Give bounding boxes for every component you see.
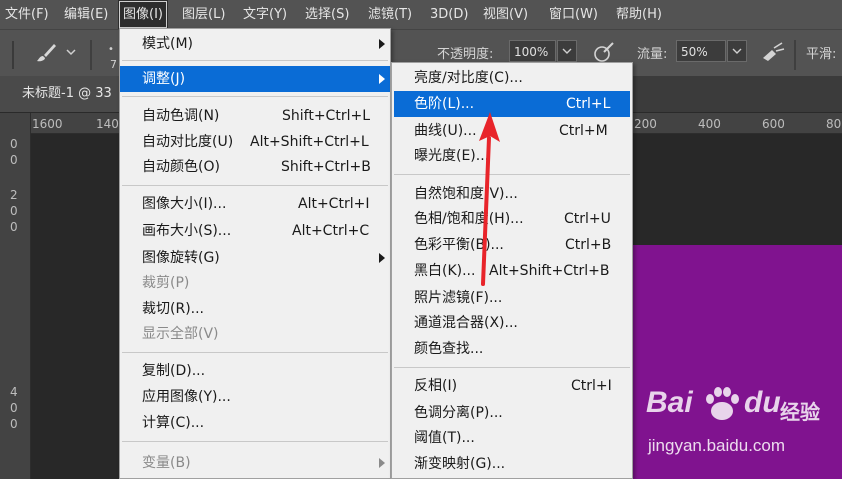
menu-item-adjustments[interactable]: 调整(J) [120,66,390,92]
vertical-ruler: 0 0 2 0 0 4 0 0 [0,113,31,479]
ruler-label: 1600 [32,117,63,131]
menu-item-vibrance[interactable]: 自然饱和度(V)... [392,181,632,207]
ruler-label: 0 [10,204,18,218]
pressure-opacity-icon[interactable] [592,40,616,64]
chevron-down-icon [562,48,572,54]
menu-item-levels[interactable]: 色阶(L)... Ctrl+L [394,91,630,117]
menu-item-variables[interactable]: 变量(B) [120,450,390,476]
menu-item-threshold[interactable]: 阈值(T)... [392,425,632,451]
menu-view[interactable]: 视图(V) [483,0,528,29]
smoothing-label: 平滑: [806,47,837,62]
menu-item-canvas-size[interactable]: 画布大小(S)... Alt+Ctrl+C [120,218,390,244]
menu-item-color-lookup[interactable]: 颜色查找... [392,336,632,362]
menu-item-curves[interactable]: 曲线(U)... Ctrl+M [392,118,632,144]
menu-item-black-white[interactable]: 黑白(K)... Alt+Shift+Ctrl+B [392,258,632,284]
menu-separator [122,96,388,97]
ruler-label: 2 [10,188,18,202]
red-arrow-annotation-icon [479,112,500,286]
menu-3d[interactable]: 3D(D) [430,0,468,29]
menu-item-auto-contrast[interactable]: 自动对比度(U) Alt+Shift+Ctrl+L [120,129,390,155]
ruler-label: 200 [634,117,657,131]
menu-item-crop[interactable]: 裁剪(P) [120,270,390,296]
menu-item-duplicate[interactable]: 复制(D)... [120,358,390,384]
ruler-label: 0 [10,401,18,415]
menu-item-brightness-contrast[interactable]: 亮度/对比度(C)... [392,65,632,91]
opacity-label: 不透明度: [437,47,494,62]
ruler-label: 4 [10,385,18,399]
menu-item-hue-saturation[interactable]: 色相/饱和度(H)... Ctrl+U [392,206,632,232]
ruler-label: 0 [10,153,18,167]
submenu-arrow-icon [379,458,385,468]
menu-item-gradient-map[interactable]: 渐变映射(G)... [392,451,632,477]
options-divider [794,40,796,70]
watermark-brand-cn: 经验 [780,400,820,424]
menu-item-calculations[interactable]: 计算(C)... [120,410,390,436]
brush-size-dot: • [108,44,114,55]
menu-window[interactable]: 窗口(W) [549,0,598,29]
menu-select[interactable]: 选择(S) [305,0,349,29]
brush-tool-icon[interactable] [34,41,58,65]
menu-separator [394,174,630,175]
toolbar-grip [12,41,14,69]
menu-separator [122,441,388,442]
watermark-brand-b: du [744,386,781,419]
menu-separator [394,367,630,368]
options-divider [90,40,92,70]
opacity-field[interactable]: 100% [509,40,556,62]
menu-separator [122,352,388,353]
menu-separator [122,60,388,61]
adjustments-submenu: 亮度/对比度(C)... 色阶(L)... Ctrl+L 曲线(U)... Ct… [391,62,633,479]
menu-filter[interactable]: 滤镜(T) [368,0,412,29]
menu-item-auto-tone[interactable]: 自动色调(N) Shift+Ctrl+L [120,103,390,129]
brush-size-label: 7 [110,58,117,71]
menu-separator [122,185,388,186]
submenu-arrow-icon [379,74,385,84]
ruler-label: 140 [96,117,119,131]
menu-item-channel-mixer[interactable]: 通道混合器(X)... [392,310,632,336]
menu-edit[interactable]: 编辑(E) [64,0,108,29]
ruler-label: 0 [10,417,18,431]
flow-dropdown[interactable] [727,40,747,62]
menu-bar: 文件(F) 编辑(E) 图像(I) 图层(L) 文字(Y) 选择(S) 滤镜(T… [0,0,842,29]
menu-image[interactable]: 图像(I) [118,0,168,29]
airbrush-icon[interactable] [760,40,786,64]
menu-item-apply-image[interactable]: 应用图像(Y)... [120,384,390,410]
baidu-watermark: Bai du 经验 jingyan.baidu.com [640,384,840,464]
menu-file[interactable]: 文件(F) [5,0,49,29]
chevron-down-icon[interactable] [66,48,76,56]
flow-label: 流量: [637,47,668,62]
menu-item-image-rotation[interactable]: 图像旋转(G) [120,245,390,271]
document-tab[interactable]: 未标题-1 @ 33 [0,76,120,112]
menu-item-mode[interactable]: 模式(M) [120,31,390,57]
menu-item-invert[interactable]: 反相(I) Ctrl+I [392,373,632,399]
menu-item-photo-filter[interactable]: 照片滤镜(F)... [392,285,632,311]
submenu-arrow-icon [379,253,385,263]
ruler-label: 800 [826,117,842,131]
ruler-label: 600 [762,117,785,131]
ruler-label: 0 [10,137,18,151]
menu-item-color-balance[interactable]: 色彩平衡(B)... Ctrl+B [392,232,632,258]
watermark-brand-a: Bai [646,386,693,419]
ruler-label: 0 [10,220,18,234]
watermark-url: jingyan.baidu.com [648,436,786,455]
opacity-dropdown[interactable] [557,40,577,62]
submenu-arrow-icon [379,39,385,49]
paw-logo-icon [706,387,739,420]
menu-item-image-size[interactable]: 图像大小(I)... Alt+Ctrl+I [120,191,390,217]
ruler-label: 400 [698,117,721,131]
menu-help[interactable]: 帮助(H) [616,0,662,29]
menu-item-auto-color[interactable]: 自动颜色(O) Shift+Ctrl+B [120,154,390,180]
menu-item-reveal-all[interactable]: 显示全部(V) [120,321,390,347]
menu-item-posterize[interactable]: 色调分离(P)... [392,400,632,426]
menu-item-exposure[interactable]: 曝光度(E)... [392,143,632,169]
menu-type[interactable]: 文字(Y) [243,0,287,29]
chevron-down-icon [732,48,742,54]
flow-field[interactable]: 50% [676,40,726,62]
image-menu: 模式(M) 调整(J) 自动色调(N) Shift+Ctrl+L 自动对比度(U… [119,28,391,479]
menu-item-trim[interactable]: 裁切(R)... [120,296,390,322]
menu-layer[interactable]: 图层(L) [182,0,225,29]
